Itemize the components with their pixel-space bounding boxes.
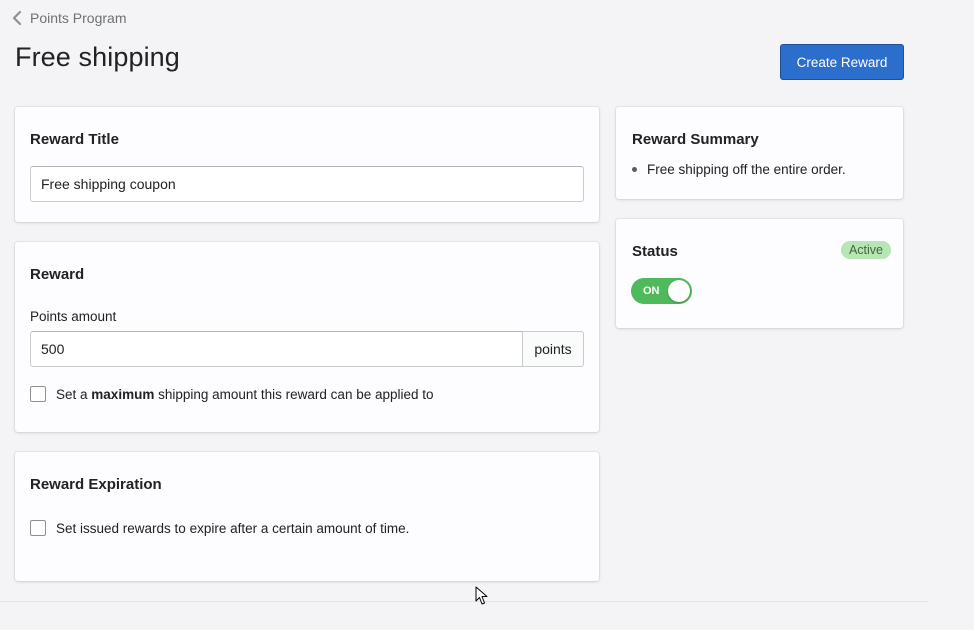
status-badge: Active [840,241,891,259]
points-suffix: points [523,331,584,367]
summary-item-text: Free shipping off the entire order. [647,162,846,177]
reward-summary-heading: Reward Summary [632,131,759,148]
page-title: Free shipping [15,42,180,72]
max-shipping-checkbox[interactable] [30,386,46,402]
expire-label: Set issued rewards to expire after a cer… [56,520,410,536]
chevron-left-icon [12,10,22,26]
reward-summary-card: Reward Summary Free shipping off the ent… [616,107,903,199]
max-shipping-label-bold: maximum [91,386,155,402]
status-heading: Status [632,243,678,260]
summary-list-item: Free shipping off the entire order. [632,162,846,177]
points-amount-field: 500 points [30,331,584,367]
toggle-knob [668,280,690,302]
status-toggle[interactable]: ON [631,278,692,304]
points-amount-input[interactable]: 500 [30,331,523,367]
page: Points Program Free shipping Create Rewa… [0,0,974,630]
toggle-label: ON [643,285,660,297]
expire-option: Set issued rewards to expire after a cer… [30,520,409,536]
points-amount-value: 500 [41,341,65,357]
reward-expiration-heading: Reward Expiration [30,476,162,493]
bullet-icon [632,167,637,172]
points-amount-label: Points amount [30,309,117,324]
create-reward-button[interactable]: Create Reward [780,44,904,80]
reward-expiration-card: Reward Expiration Set issued rewards to … [15,452,599,581]
breadcrumb[interactable]: Points Program [10,10,126,26]
status-card: Status Active ON [616,219,903,328]
reward-title-input-value: Free shipping coupon [41,176,176,192]
max-shipping-option: Set a maximum shipping amount this rewar… [30,386,434,402]
reward-title-heading: Reward Title [30,131,119,148]
bottom-divider [0,601,928,602]
mouse-cursor-icon [475,586,488,605]
breadcrumb-label: Points Program [30,10,127,26]
reward-title-card: Reward Title Free shipping coupon [15,107,599,222]
reward-card: Reward Points amount 500 points Set a ma… [15,242,599,432]
max-shipping-label-prefix: Set a [56,386,88,402]
max-shipping-label-suffix: shipping amount this reward can be appli… [158,386,434,402]
max-shipping-label: Set a maximum shipping amount this rewar… [56,387,434,402]
expire-checkbox[interactable] [30,520,46,536]
reward-heading: Reward [30,266,85,283]
reward-title-input[interactable]: Free shipping coupon [30,166,584,202]
